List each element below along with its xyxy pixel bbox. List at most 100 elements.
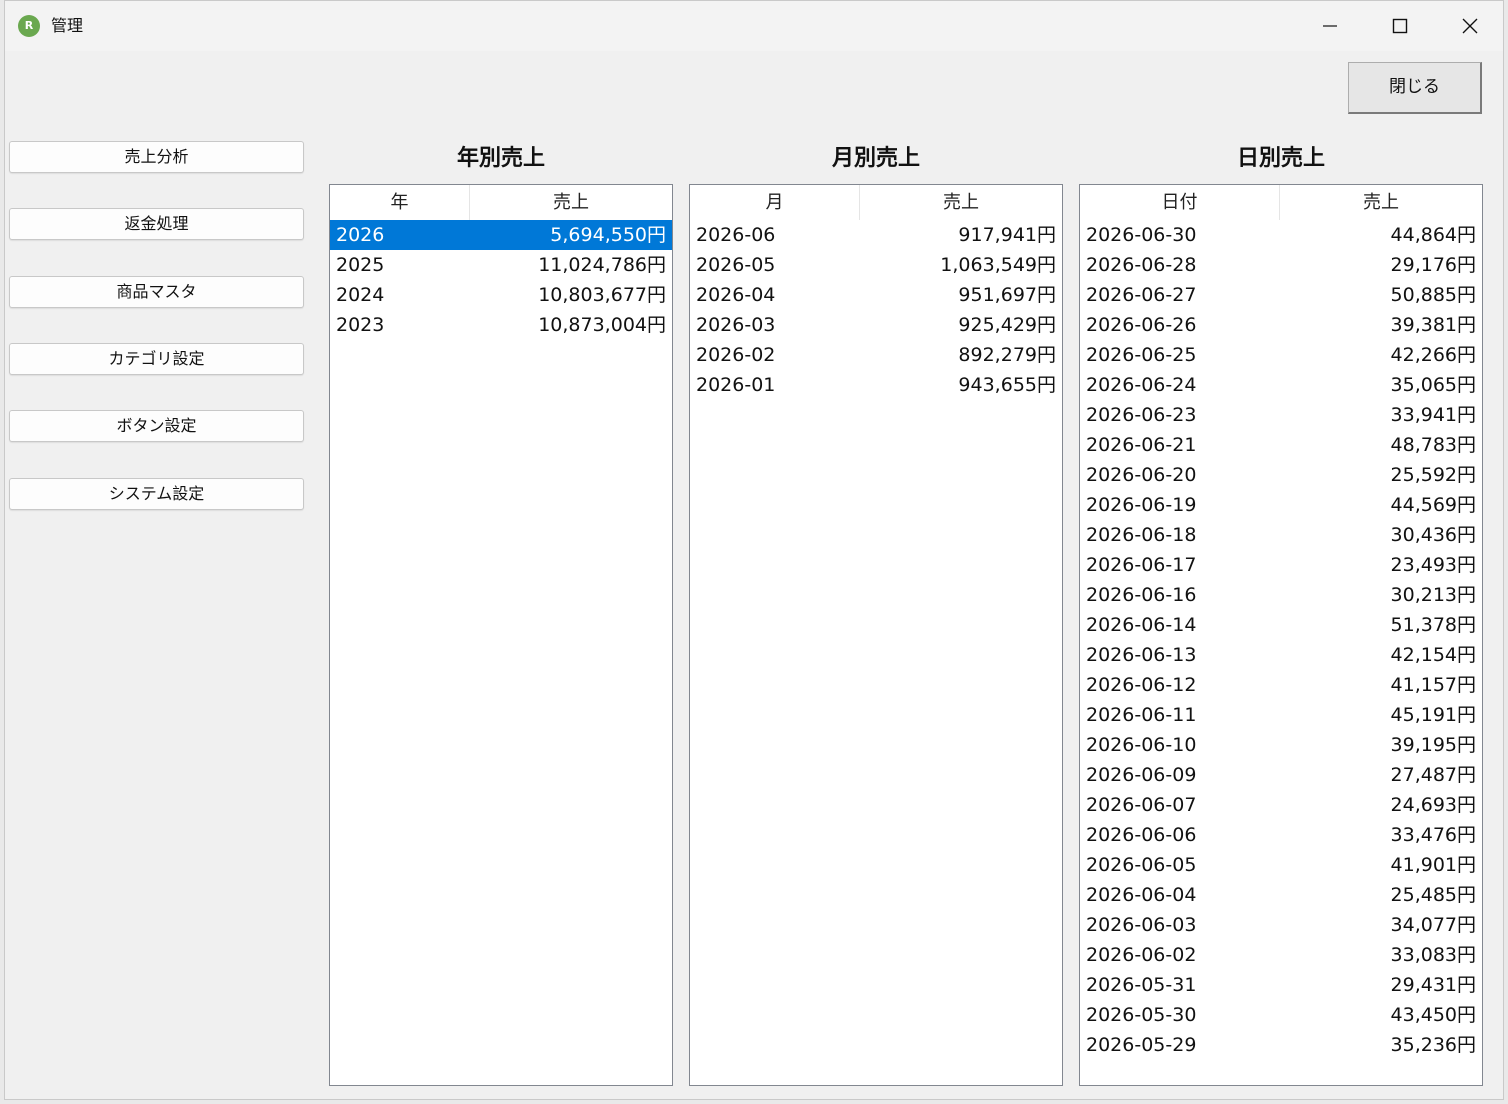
list-item[interactable]: 2026-05-30 43,450円 — [1080, 1000, 1482, 1030]
list-item-sales-value: 10,803,677円 — [538, 284, 666, 306]
list-item[interactable]: 2026-06-02 33,083円 — [1080, 940, 1482, 970]
list-item[interactable]: 2026-05-29 35,236円 — [1080, 1030, 1482, 1060]
list-item-key: 2026-02 — [696, 344, 776, 366]
list-item-key: 2026-06-23 — [1086, 404, 1197, 426]
list-item[interactable]: 2026-06-05 41,901円 — [1080, 850, 1482, 880]
list-item-sales-value: 43,450円 — [1390, 1004, 1476, 1026]
list-item-sales-value: 39,195円 — [1390, 734, 1476, 756]
list-item-key: 2026-06-16 — [1086, 584, 1197, 606]
title-bar: R 管理 — [5, 1, 1503, 51]
list-item[interactable]: 2026-06-20 25,592円 — [1080, 460, 1482, 490]
list-item-key: 2026-06-21 — [1086, 434, 1197, 456]
list-item[interactable]: 2026-06-09 27,487円 — [1080, 760, 1482, 790]
list-item-key: 2026-06-13 — [1086, 644, 1197, 666]
nav-sales-analysis-button[interactable]: 売上分析 — [9, 141, 304, 173]
list-item-sales-value: 39,381円 — [1390, 314, 1476, 336]
list-item-sales-value: 917,941円 — [958, 224, 1056, 246]
list-item[interactable]: 2026-06-30 44,864円 — [1080, 220, 1482, 250]
list-item[interactable]: 2026-06-26 39,381円 — [1080, 310, 1482, 340]
list-item-sales-value: 25,485円 — [1390, 884, 1476, 906]
daily-list-body: 2026-06-30 44,864円 2026-06-28 29,176円 2026-0… — [1080, 220, 1482, 1060]
list-item[interactable]: 2026-01 943,655円 — [690, 370, 1062, 400]
daily-sales-list[interactable]: 日付 売上 2026-06-30 44,864円 2026-06-28 29,176円… — [1079, 184, 1483, 1086]
list-item-sales-value: 943,655円 — [958, 374, 1056, 396]
minimize-button[interactable] — [1295, 1, 1365, 51]
list-item[interactable]: 2023 10,873,004円 — [330, 310, 672, 340]
list-item-key: 2026-06-19 — [1086, 494, 1197, 516]
daily-list-header: 日付 売上 — [1080, 185, 1482, 220]
nav-product-master-button[interactable]: 商品マスタ — [9, 276, 304, 308]
window-close-button[interactable] — [1435, 1, 1503, 51]
monthly-sales-title: 月別売上 — [831, 146, 920, 171]
maximize-button[interactable] — [1365, 1, 1435, 51]
list-item-key: 2026-06-18 — [1086, 524, 1197, 546]
list-item-sales-value: 34,077円 — [1390, 914, 1476, 936]
nav-refund-button[interactable]: 返金処理 — [9, 208, 304, 240]
list-item[interactable]: 2026-05 1,063,549円 — [690, 250, 1062, 280]
nav-button-settings-button[interactable]: ボタン設定 — [9, 410, 304, 442]
yearly-sales-list[interactable]: 年 売上 2026 5,694,550円 2025 11,024,786円 2024 10… — [329, 184, 673, 1086]
nav-category-settings-button[interactable]: カテゴリ設定 — [9, 343, 304, 375]
list-item-key: 2026-06-06 — [1086, 824, 1197, 846]
list-item[interactable]: 2026-06-24 35,065円 — [1080, 370, 1482, 400]
column-header-sales[interactable]: 売上 — [860, 185, 1062, 220]
monthly-list-body: 2026-06 917,941円 2026-05 1,063,549円 2026-04 9… — [690, 220, 1062, 400]
list-item[interactable]: 2026-06-07 24,693円 — [1080, 790, 1482, 820]
close-dialog-button[interactable]: 閉じる — [1348, 62, 1482, 114]
list-item[interactable]: 2026 5,694,550円 — [330, 220, 672, 250]
list-item[interactable]: 2026-06-12 41,157円 — [1080, 670, 1482, 700]
list-item[interactable]: 2026-06-14 51,378円 — [1080, 610, 1482, 640]
list-item[interactable]: 2025 11,024,786円 — [330, 250, 672, 280]
column-header-sales[interactable]: 売上 — [1280, 185, 1482, 220]
list-item-key: 2026-06-24 — [1086, 374, 1197, 396]
list-item[interactable]: 2026-06-23 33,941円 — [1080, 400, 1482, 430]
list-item-sales-value: 35,236円 — [1390, 1034, 1476, 1056]
list-item[interactable]: 2024 10,803,677円 — [330, 280, 672, 310]
list-item-sales-value: 48,783円 — [1390, 434, 1476, 456]
list-item-sales-value: 27,487円 — [1390, 764, 1476, 786]
list-item[interactable]: 2026-06-27 50,885円 — [1080, 280, 1482, 310]
column-header-date[interactable]: 日付 — [1080, 185, 1280, 220]
list-item-sales-value: 51,378円 — [1390, 614, 1476, 636]
list-item-key: 2026-06-02 — [1086, 944, 1197, 966]
list-item[interactable]: 2026-03 925,429円 — [690, 310, 1062, 340]
list-item[interactable]: 2026-06-13 42,154円 — [1080, 640, 1482, 670]
nav-system-settings-button[interactable]: システム設定 — [9, 478, 304, 510]
list-item[interactable]: 2026-06-03 34,077円 — [1080, 910, 1482, 940]
column-header-year[interactable]: 年 — [330, 185, 470, 220]
list-item-key: 2026-05-29 — [1086, 1034, 1197, 1056]
monthly-list-header: 月 売上 — [690, 185, 1062, 220]
list-item[interactable]: 2026-06-10 39,195円 — [1080, 730, 1482, 760]
list-item-sales-value: 5,694,550円 — [550, 224, 666, 246]
list-item-key: 2026-05 — [696, 254, 776, 276]
list-item[interactable]: 2026-06-21 48,783円 — [1080, 430, 1482, 460]
list-item[interactable]: 2026-06-04 25,485円 — [1080, 880, 1482, 910]
list-item-key: 2023 — [336, 314, 385, 336]
monthly-sales-list[interactable]: 月 売上 2026-06 917,941円 2026-05 1,063,549円 202… — [689, 184, 1063, 1086]
list-item-sales-value: 25,592円 — [1390, 464, 1476, 486]
list-item-sales-value: 33,941円 — [1390, 404, 1476, 426]
list-item-sales-value: 45,191円 — [1390, 704, 1476, 726]
list-item[interactable]: 2026-05-31 29,431円 — [1080, 970, 1482, 1000]
list-item-key: 2026-06-25 — [1086, 344, 1197, 366]
list-item[interactable]: 2026-06-28 29,176円 — [1080, 250, 1482, 280]
list-item-key: 2026-06-07 — [1086, 794, 1197, 816]
list-item[interactable]: 2026-04 951,697円 — [690, 280, 1062, 310]
list-item[interactable]: 2026-06-25 42,266円 — [1080, 340, 1482, 370]
list-item-key: 2025 — [336, 254, 385, 276]
list-item[interactable]: 2026-06-11 45,191円 — [1080, 700, 1482, 730]
window-title: 管理 — [51, 16, 84, 35]
maximize-icon — [1392, 18, 1408, 34]
column-header-month[interactable]: 月 — [690, 185, 860, 220]
list-item[interactable]: 2026-06-06 33,476円 — [1080, 820, 1482, 850]
daily-sales-title: 日別売上 — [1236, 146, 1325, 171]
list-item[interactable]: 2026-06-18 30,436円 — [1080, 520, 1482, 550]
list-item[interactable]: 2026-06 917,941円 — [690, 220, 1062, 250]
list-item[interactable]: 2026-06-16 30,213円 — [1080, 580, 1482, 610]
column-header-sales[interactable]: 売上 — [470, 185, 672, 220]
admin-window: R 管理 閉じる 売上分析 返金処理 商品マスタ カテゴリ設定 ボタン設定 シス… — [4, 0, 1504, 1100]
list-item-sales-value: 23,493円 — [1390, 554, 1476, 576]
list-item[interactable]: 2026-06-17 23,493円 — [1080, 550, 1482, 580]
list-item[interactable]: 2026-06-19 44,569円 — [1080, 490, 1482, 520]
list-item[interactable]: 2026-02 892,279円 — [690, 340, 1062, 370]
